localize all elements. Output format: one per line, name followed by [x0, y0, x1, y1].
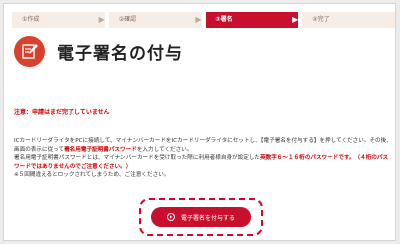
main-panel: ①作成 ▶ ②確認 ▶ ③署名 ▶ ④完了 電子署名の付与 注意：申請はまだ完了… — [3, 3, 396, 241]
step-arrow-icon: ▶ — [98, 15, 105, 24]
instruction-text: を入力してください。 — [136, 146, 193, 153]
instruction-text: 署名用電子証明書パスワードとは、マイナンバーカードを受け取った際に利用者様自身が… — [14, 155, 261, 162]
progress-steps: ①作成 ▶ ②確認 ▶ ③署名 ▶ ④完了 — [12, 12, 395, 28]
warning-text: 注意：申請はまだ完了していません — [14, 109, 110, 116]
lock-notice: ※５回間違えるとロックされてしまうため、ご注意ください。 — [14, 172, 170, 179]
step-label: ④完了 — [312, 16, 330, 23]
step-label: ③署名 — [215, 16, 233, 23]
instructions: ICカードリーダライタをPCに接続して、マイナンバーカードをICカードリーダライ… — [14, 137, 392, 180]
step-create: ①作成 ▶ — [12, 12, 105, 28]
step-confirm: ②確認 ▶ — [108, 12, 202, 28]
step-arrow-icon: ▶ — [195, 15, 202, 24]
title-row: 電子署名の付与 — [14, 34, 183, 68]
step-sign: ③署名 ▶ — [205, 12, 299, 28]
apply-signature-button[interactable]: 電子署名を付与する — [151, 207, 251, 227]
pen-sign-icon — [14, 35, 45, 67]
page-title: 電子署名の付与 — [57, 43, 183, 64]
play-icon — [166, 213, 175, 221]
step-complete: ④完了 — [302, 12, 395, 28]
button-label: 電子署名を付与する — [180, 214, 235, 222]
step-arrow-icon: ▶ — [292, 15, 299, 24]
step-label: ②確認 — [118, 16, 137, 23]
step-label: ①作成 — [22, 16, 40, 23]
password-highlight: 署名用電子証明書パスワード — [64, 146, 137, 153]
